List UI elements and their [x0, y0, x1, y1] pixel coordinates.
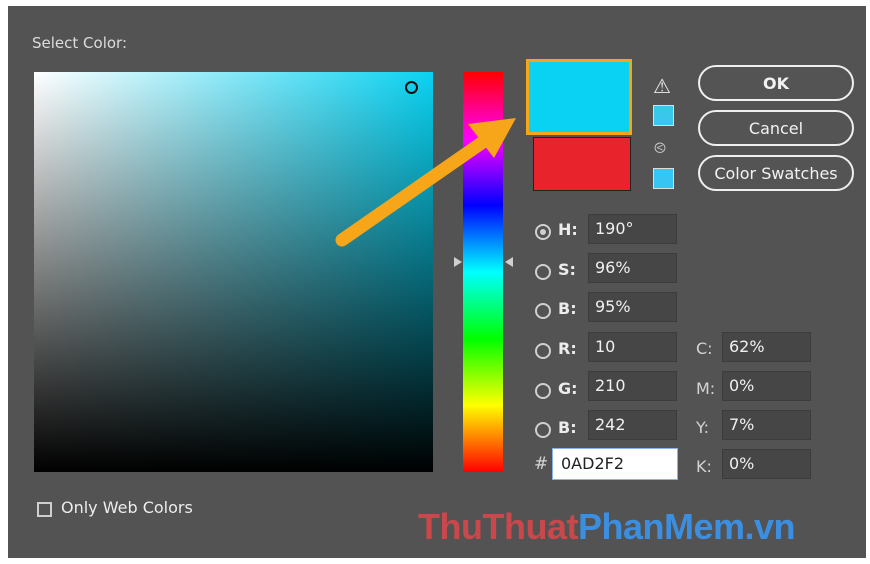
label-hue: H: — [558, 220, 578, 239]
saturation-brightness-field[interactable] — [34, 72, 433, 472]
web-safe-color-chip[interactable] — [653, 168, 674, 189]
previous-color-swatch[interactable] — [533, 137, 631, 191]
label-yellow: Y: — [696, 418, 710, 437]
cancel-button[interactable]: Cancel — [698, 110, 854, 146]
yellow-input[interactable]: 7% — [722, 410, 811, 440]
radio-red[interactable] — [535, 343, 551, 359]
label-magenta: M: — [696, 379, 716, 398]
radio-hue[interactable] — [535, 224, 551, 240]
warning-triangle-icon[interactable]: ⚠ — [653, 76, 671, 96]
hue-input[interactable]: 190° — [588, 214, 677, 244]
hex-input[interactable]: 0AD2F2 — [552, 448, 678, 480]
watermark-part2: PhanMem.vn — [577, 506, 796, 547]
green-input[interactable]: 210 — [588, 371, 677, 401]
dialog-title: Select Color: — [32, 34, 127, 52]
label-brightness: B: — [558, 299, 577, 318]
label-cyan: C: — [696, 339, 713, 358]
label-blue: B: — [558, 418, 577, 437]
brightness-input[interactable]: 95% — [588, 292, 677, 322]
radio-saturation[interactable] — [535, 264, 551, 280]
black-input[interactable]: 0% — [722, 449, 811, 479]
label-red: R: — [558, 339, 577, 358]
hue-slider[interactable] — [463, 72, 503, 472]
radio-brightness[interactable] — [535, 303, 551, 319]
watermark: ThuThuatPhanMem.vn — [418, 506, 796, 548]
red-input[interactable]: 10 — [588, 332, 677, 362]
watermark-part1: ThuThuat — [418, 506, 578, 547]
label-green: G: — [558, 379, 578, 398]
radio-blue[interactable] — [535, 422, 551, 438]
only-web-colors-checkbox[interactable] — [37, 502, 52, 517]
blue-input[interactable]: 242 — [588, 410, 677, 440]
hue-slider-left-handle[interactable] — [454, 257, 462, 267]
hex-label: # — [534, 454, 549, 474]
label-black: K: — [696, 457, 712, 476]
hue-slider-right-handle[interactable] — [505, 257, 513, 267]
color-field-marker[interactable] — [405, 81, 418, 94]
radio-green[interactable] — [535, 383, 551, 399]
color-picker-dialog: Select Color: ⚠ ⧀ OK Cancel Color Swatch… — [8, 6, 866, 558]
color-swatches-button[interactable]: Color Swatches — [698, 155, 854, 191]
only-web-colors-label[interactable]: Only Web Colors — [61, 498, 193, 517]
saturation-input[interactable]: 96% — [588, 253, 677, 283]
ok-button[interactable]: OK — [698, 65, 854, 101]
gamut-color-chip[interactable] — [653, 105, 674, 126]
cyan-input[interactable]: 62% — [722, 332, 811, 362]
label-saturation: S: — [558, 260, 576, 279]
new-color-swatch — [526, 59, 632, 135]
magenta-input[interactable]: 0% — [722, 371, 811, 401]
cube-icon[interactable]: ⧀ — [654, 139, 666, 157]
